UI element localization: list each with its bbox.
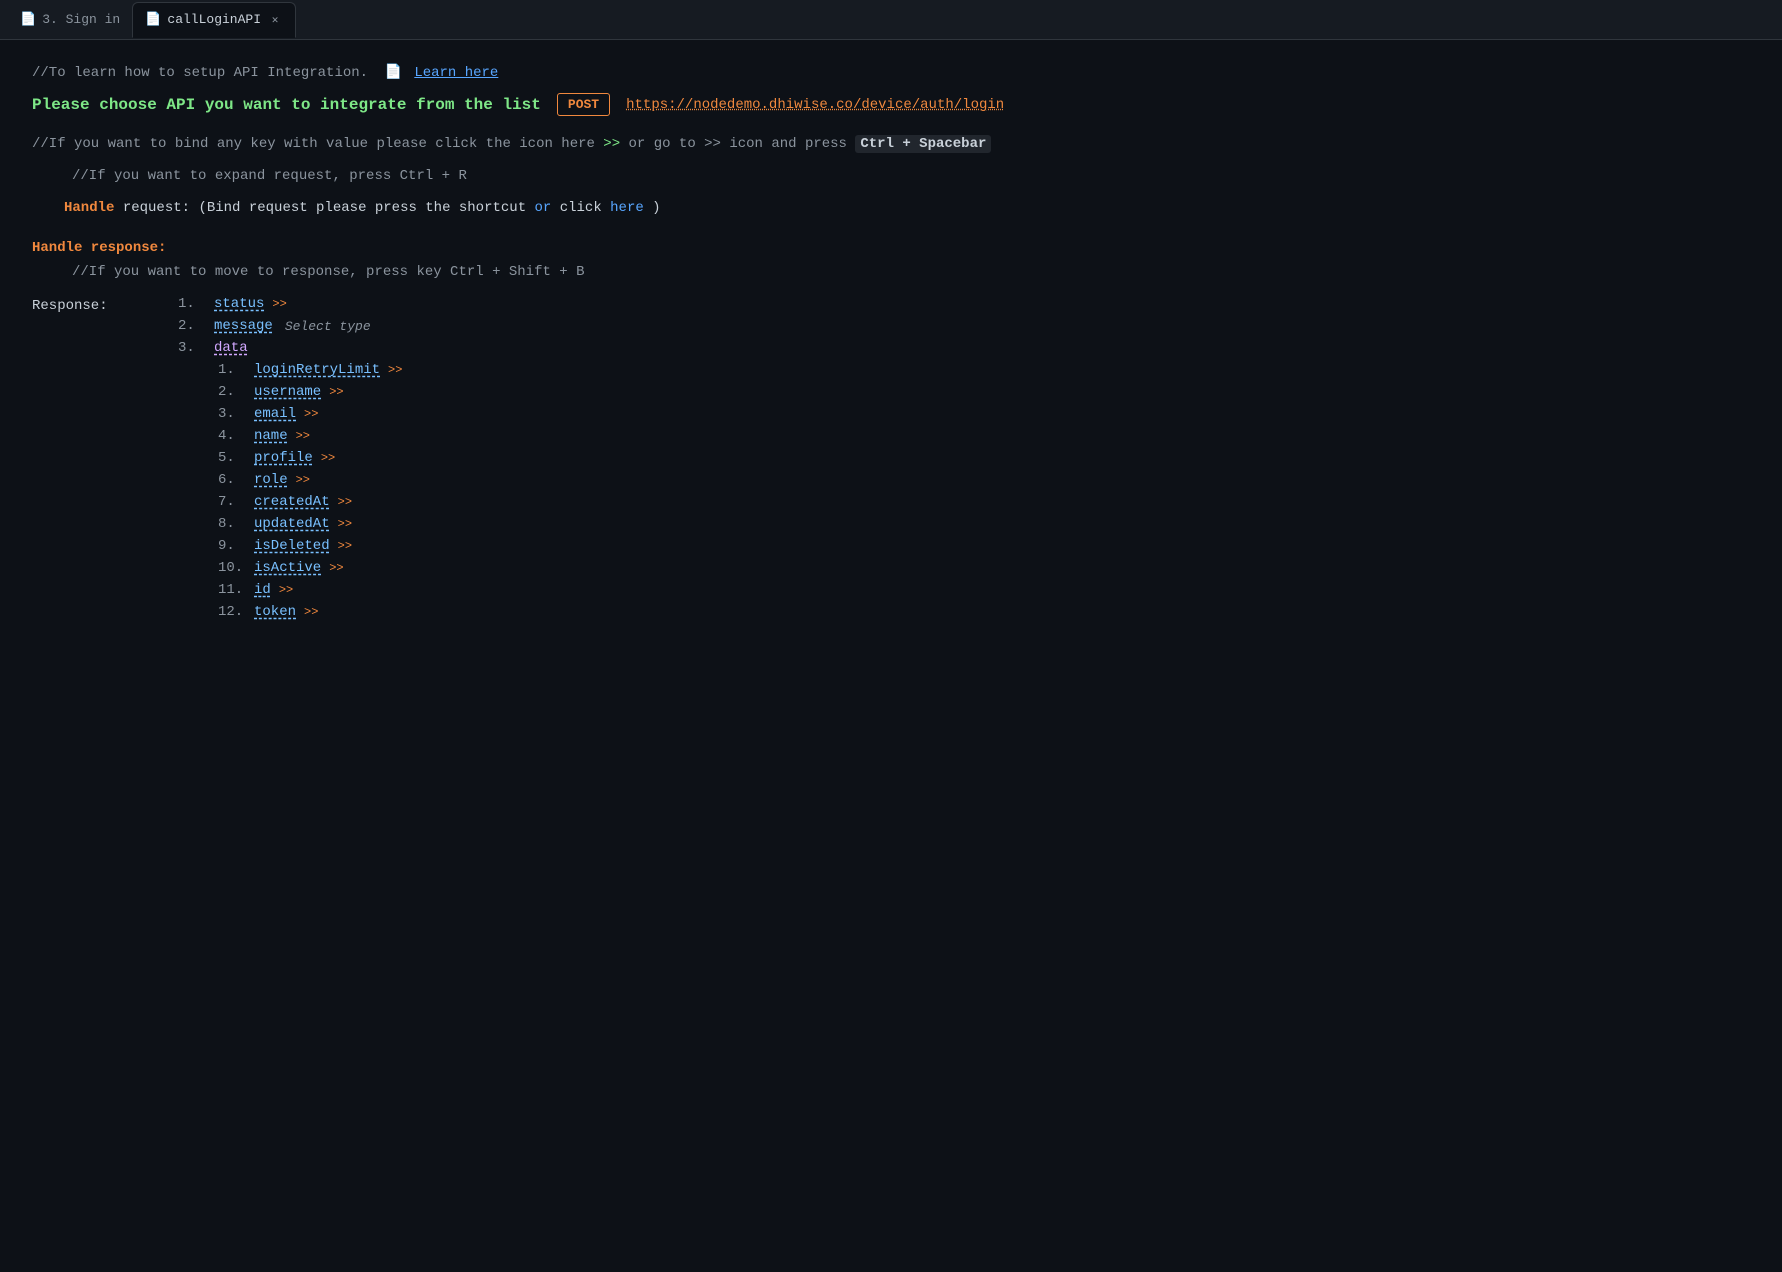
response-section: Response: 1. status >> 2. message Select… — [32, 296, 1750, 626]
bind-hint-text: //If you want to bind any key with value… — [32, 136, 603, 152]
response-item-name: 4. name >> — [218, 428, 1750, 444]
response-item-username: 2. username >> — [218, 384, 1750, 400]
item-name-token[interactable]: token — [254, 604, 296, 620]
response-item-role: 6. role >> — [218, 472, 1750, 488]
response-item-profile: 5. profile >> — [218, 450, 1750, 466]
nested-number-6: 6. — [218, 472, 246, 488]
learn-here-link[interactable]: Learn here — [414, 65, 498, 81]
setup-comment-line: //To learn how to setup API Integration.… — [32, 64, 1750, 81]
chevron-updatedAt[interactable]: >> — [338, 517, 352, 531]
chevron-role[interactable]: >> — [296, 473, 310, 487]
response-item-data: 3. data — [178, 340, 1750, 356]
tab-call-login-api-label: callLoginAPI — [167, 12, 261, 27]
item-name-loginRetryLimit[interactable]: loginRetryLimit — [254, 362, 380, 378]
handle-response-label-line: Handle response: — [32, 240, 1750, 256]
api-select-text: Please choose API you want to integrate … — [32, 96, 541, 114]
chevron-token[interactable]: >> — [304, 605, 318, 619]
tab-sign-in-label: 3. Sign in — [42, 12, 120, 27]
main-content: //To learn how to setup API Integration.… — [0, 40, 1782, 658]
response-item-email: 3. email >> — [218, 406, 1750, 422]
response-item-isActive: 10. isActive >> — [218, 560, 1750, 576]
item-name-profile[interactable]: profile — [254, 450, 313, 466]
item-name-isDeleted[interactable]: isDeleted — [254, 538, 330, 554]
item-name-isActive[interactable]: isActive — [254, 560, 321, 576]
expand-hint-text: //If you want to expand request, press C… — [72, 168, 467, 184]
nested-number-12: 12. — [218, 604, 246, 620]
tab-call-login-api[interactable]: 📄 callLoginAPI ✕ — [132, 2, 296, 38]
chevron-name[interactable]: >> — [296, 429, 310, 443]
handle-request-line: Handle request: (Bind request please pre… — [64, 200, 1750, 216]
nested-items-data: 1. loginRetryLimit >> 2. username >> 3. … — [218, 362, 1750, 620]
item-name-email[interactable]: email — [254, 406, 296, 422]
nested-number-7: 7. — [218, 494, 246, 510]
handle-close-paren: ) — [652, 200, 660, 216]
chevron-loginRetryLimit[interactable]: >> — [388, 363, 402, 377]
tab-file-icon-active: 📄 — [145, 12, 161, 27]
handle-request-text: request: (Bind request please press the … — [123, 200, 535, 216]
response-item-updatedAt: 8. updatedAt >> — [218, 516, 1750, 532]
response-hint-text: //If you want to move to response, press… — [72, 264, 584, 280]
tab-file-icon: 📄 — [20, 12, 36, 27]
nested-number-5: 5. — [218, 450, 246, 466]
handle-keyword: Handle — [64, 200, 114, 216]
response-item-token: 12. token >> — [218, 604, 1750, 620]
item-number-3: 3. — [178, 340, 206, 356]
chevron-username[interactable]: >> — [329, 385, 343, 399]
handle-response-keyword: Handle response: — [32, 240, 166, 256]
bind-hint-or: or go to >> icon and press — [629, 136, 856, 152]
tab-bar: 📄 3. Sign in 📄 callLoginAPI ✕ — [0, 0, 1782, 40]
item-name-data[interactable]: data — [214, 340, 248, 356]
bind-hint-arrow: >> — [603, 136, 620, 152]
item-name-status[interactable]: status — [214, 296, 264, 312]
nested-number-4: 4. — [218, 428, 246, 444]
doc-icon: 📄 — [384, 65, 401, 81]
response-items-list: 1. status >> 2. message Select type 3. d… — [178, 296, 1750, 626]
tab-sign-in[interactable]: 📄 3. Sign in — [8, 2, 132, 38]
shortcut-or-link[interactable]: or — [535, 200, 552, 216]
nested-number-3: 3. — [218, 406, 246, 422]
chevron-icon-status[interactable]: >> — [272, 297, 286, 311]
nested-number-10: 10. — [218, 560, 246, 576]
response-item-id: 11. id >> — [218, 582, 1750, 598]
item-name-updatedAt[interactable]: updatedAt — [254, 516, 330, 532]
nested-number-8: 8. — [218, 516, 246, 532]
item-name-message[interactable]: message — [214, 318, 273, 334]
post-badge[interactable]: POST — [557, 93, 610, 116]
setup-comment-text: //To learn how to setup API Integration. — [32, 65, 368, 81]
response-item-createdAt: 7. createdAt >> — [218, 494, 1750, 510]
nested-number-9: 9. — [218, 538, 246, 554]
select-type-hint[interactable]: Select type — [285, 319, 371, 334]
chevron-id[interactable]: >> — [279, 583, 293, 597]
handle-click-text: click — [560, 200, 610, 216]
response-hint: //If you want to move to response, press… — [72, 264, 1750, 280]
api-url[interactable]: https://nodedemo.dhiwise.co/device/auth/… — [626, 97, 1004, 113]
response-item-status: 1. status >> — [178, 296, 1750, 312]
nested-number-1: 1. — [218, 362, 246, 378]
nested-number-2: 2. — [218, 384, 246, 400]
click-here-link[interactable]: here — [610, 200, 644, 216]
bind-hint-key: Ctrl + Spacebar — [855, 135, 991, 153]
item-name-createdAt[interactable]: createdAt — [254, 494, 330, 510]
handle-response-section: Handle response: //If you want to move t… — [32, 240, 1750, 626]
chevron-isDeleted[interactable]: >> — [338, 539, 352, 553]
bind-hint-line: //If you want to bind any key with value… — [32, 136, 1750, 152]
item-number-1: 1. — [178, 296, 206, 312]
chevron-email[interactable]: >> — [304, 407, 318, 421]
response-item-message: 2. message Select type — [178, 318, 1750, 334]
item-name-id[interactable]: id — [254, 582, 271, 598]
chevron-createdAt[interactable]: >> — [338, 495, 352, 509]
response-item-isDeleted: 9. isDeleted >> — [218, 538, 1750, 554]
item-name-role[interactable]: role — [254, 472, 288, 488]
tab-close-button[interactable]: ✕ — [267, 12, 283, 28]
nested-number-11: 11. — [218, 582, 246, 598]
response-label: Response: — [32, 296, 162, 314]
chevron-profile[interactable]: >> — [321, 451, 335, 465]
item-name-name[interactable]: name — [254, 428, 288, 444]
item-number-2: 2. — [178, 318, 206, 334]
expand-hint: //If you want to expand request, press C… — [72, 168, 1750, 184]
chevron-isActive[interactable]: >> — [329, 561, 343, 575]
response-item-loginRetryLimit: 1. loginRetryLimit >> — [218, 362, 1750, 378]
api-select-line: Please choose API you want to integrate … — [32, 93, 1750, 116]
item-name-username[interactable]: username — [254, 384, 321, 400]
